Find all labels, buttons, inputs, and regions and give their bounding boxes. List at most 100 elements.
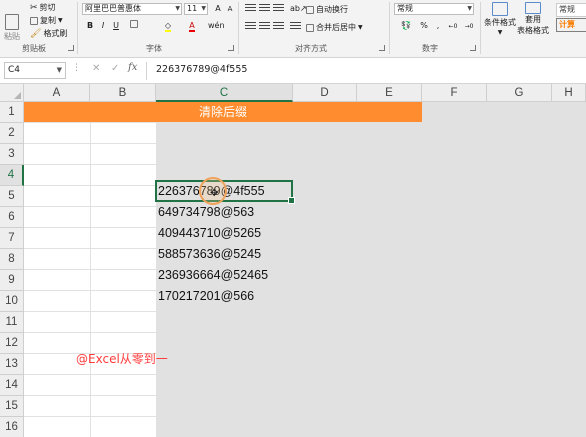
align-bottom-icon[interactable] — [273, 4, 284, 14]
cut-label: 剪切 — [39, 3, 56, 12]
table-icon — [525, 2, 541, 14]
name-box[interactable]: C4 ▼ — [4, 62, 66, 79]
column-header-c[interactable]: C — [156, 84, 293, 102]
more-options-icon[interactable]: ⋮ — [72, 63, 81, 73]
row-header[interactable]: 2 — [0, 123, 24, 144]
column-header-h[interactable]: H — [552, 84, 586, 102]
gridline-horizontal — [24, 206, 586, 207]
accounting-button[interactable]: 💱 — [396, 20, 416, 32]
gridline-horizontal — [24, 416, 586, 417]
column-header-g[interactable]: G — [487, 84, 552, 102]
phonetic-button[interactable]: wén — [208, 20, 225, 32]
percent-button[interactable]: % — [418, 20, 430, 32]
row-header[interactable]: 7 — [0, 228, 24, 249]
align-middle-icon[interactable] — [259, 4, 270, 14]
number-launcher-icon[interactable] — [470, 45, 476, 51]
gridline-horizontal — [24, 143, 586, 144]
paste-button[interactable]: 粘贴 — [4, 14, 20, 42]
align-center-icon[interactable] — [259, 22, 270, 32]
format-as-table-label-2: 表格格式 — [517, 26, 549, 35]
underline-button[interactable]: U — [110, 20, 122, 32]
row-header[interactable]: 14 — [0, 375, 24, 396]
copy-label: 复制 — [40, 16, 56, 25]
sheet-title: 清除后缀 — [198, 105, 247, 119]
row-header[interactable]: 15 — [0, 396, 24, 417]
insert-function-icon[interactable]: fx — [128, 62, 137, 73]
alignment-launcher-icon[interactable] — [379, 45, 385, 51]
decrease-decimal-button[interactable]: →0 — [462, 20, 476, 32]
italic-icon: I — [101, 21, 105, 30]
row-header[interactable]: 6 — [0, 207, 24, 228]
align-top-icon[interactable] — [245, 4, 256, 14]
gridline-horizontal — [24, 122, 586, 123]
comma-button[interactable]: , — [432, 20, 444, 32]
row-header[interactable]: 4 — [0, 165, 24, 186]
underline-icon: U — [113, 21, 119, 30]
column-header-b[interactable]: B — [90, 84, 156, 102]
style-normal-label: 常规 — [559, 5, 575, 14]
select-all-button[interactable] — [0, 84, 24, 102]
decrease-decimal-icon: →0 — [464, 23, 474, 30]
grow-font-icon: A — [215, 4, 221, 13]
cell-c5[interactable]: 649734798@563 — [158, 205, 254, 219]
cell-c7[interactable]: 588573636@5245 — [158, 247, 261, 261]
row-header[interactable]: 12 — [0, 333, 24, 354]
cell-area[interactable]: 清除后缀 226376789@4f555 649734798@563 40944… — [24, 102, 586, 437]
font-size-select[interactable]: 11 ▼ — [184, 3, 208, 15]
font-name-select[interactable]: 阿里巴巴普惠体 ▼ — [82, 3, 182, 15]
format-as-table-button[interactable]: 套用 表格格式 — [517, 2, 549, 36]
number-format-select[interactable]: 常规 ▼ — [394, 3, 474, 15]
conditional-format-button[interactable]: 条件格式 ▼ — [484, 2, 516, 36]
row-header[interactable]: 8 — [0, 249, 24, 270]
paste-label: 粘贴 — [4, 32, 20, 41]
row-header[interactable]: 16 — [0, 417, 24, 437]
row-header[interactable]: 1 — [0, 102, 24, 123]
indent-icon[interactable] — [290, 22, 301, 32]
bold-button[interactable]: B — [84, 20, 96, 32]
grow-font-button[interactable]: A — [212, 3, 224, 15]
style-normal[interactable]: 常规 — [556, 3, 586, 17]
row-header[interactable]: 9 — [0, 270, 24, 291]
row-header[interactable]: 3 — [0, 144, 24, 165]
format-painter-button[interactable]: 🖌 格式刷 — [30, 28, 67, 39]
gridline-horizontal — [24, 248, 586, 249]
currency-icon: 💱 — [401, 21, 411, 30]
column-header-e[interactable]: E — [357, 84, 422, 102]
increase-decimal-button[interactable]: ←0 — [446, 20, 460, 32]
chevron-down-icon: ▼ — [175, 5, 180, 12]
fill-color-button[interactable]: ◇ — [162, 20, 174, 32]
row-header[interactable]: 13 — [0, 354, 24, 375]
cell-c8[interactable]: 236936664@52465 — [158, 268, 268, 282]
style-calculation[interactable]: 计算 — [556, 18, 586, 32]
row-header[interactable]: 10 — [0, 291, 24, 312]
cancel-icon[interactable]: ✕ — [92, 63, 100, 74]
cut-button[interactable]: ✂ 剪切 — [30, 2, 56, 13]
wrap-text-button[interactable]: 自动换行 — [306, 4, 348, 15]
cell-c6[interactable]: 409443710@5265 — [158, 226, 261, 240]
border-button[interactable] — [128, 20, 140, 32]
copy-button[interactable]: 复制 ▼ — [30, 15, 63, 26]
font-group-label: 字体 — [146, 44, 162, 53]
column-header-a[interactable]: A — [24, 84, 90, 102]
format-painter-label: 格式刷 — [43, 29, 68, 38]
align-left-icon[interactable] — [245, 22, 256, 32]
gridline-horizontal — [24, 290, 586, 291]
merge-icon — [306, 23, 314, 32]
italic-button[interactable]: I — [97, 20, 109, 32]
row-header[interactable]: 11 — [0, 312, 24, 333]
formula-input[interactable]: 226376789@4f555 — [156, 64, 247, 75]
align-right-icon[interactable] — [273, 22, 284, 32]
border-icon — [130, 20, 138, 28]
orientation-button[interactable]: ab↗ — [290, 3, 307, 15]
merge-center-button[interactable]: 合并后居中 ▼ — [306, 22, 363, 33]
shrink-font-button[interactable]: A — [224, 3, 236, 15]
font-launcher-icon[interactable] — [228, 45, 234, 51]
confirm-icon[interactable]: ✓ — [111, 63, 119, 74]
font-color-icon: A — [189, 21, 195, 32]
column-header-f[interactable]: F — [422, 84, 487, 102]
column-header-d[interactable]: D — [293, 84, 357, 102]
row-header[interactable]: 5 — [0, 186, 24, 207]
font-color-button[interactable]: A — [186, 20, 198, 32]
clipboard-launcher-icon[interactable] — [68, 45, 74, 51]
cell-c9[interactable]: 170217201@566 — [158, 289, 254, 303]
